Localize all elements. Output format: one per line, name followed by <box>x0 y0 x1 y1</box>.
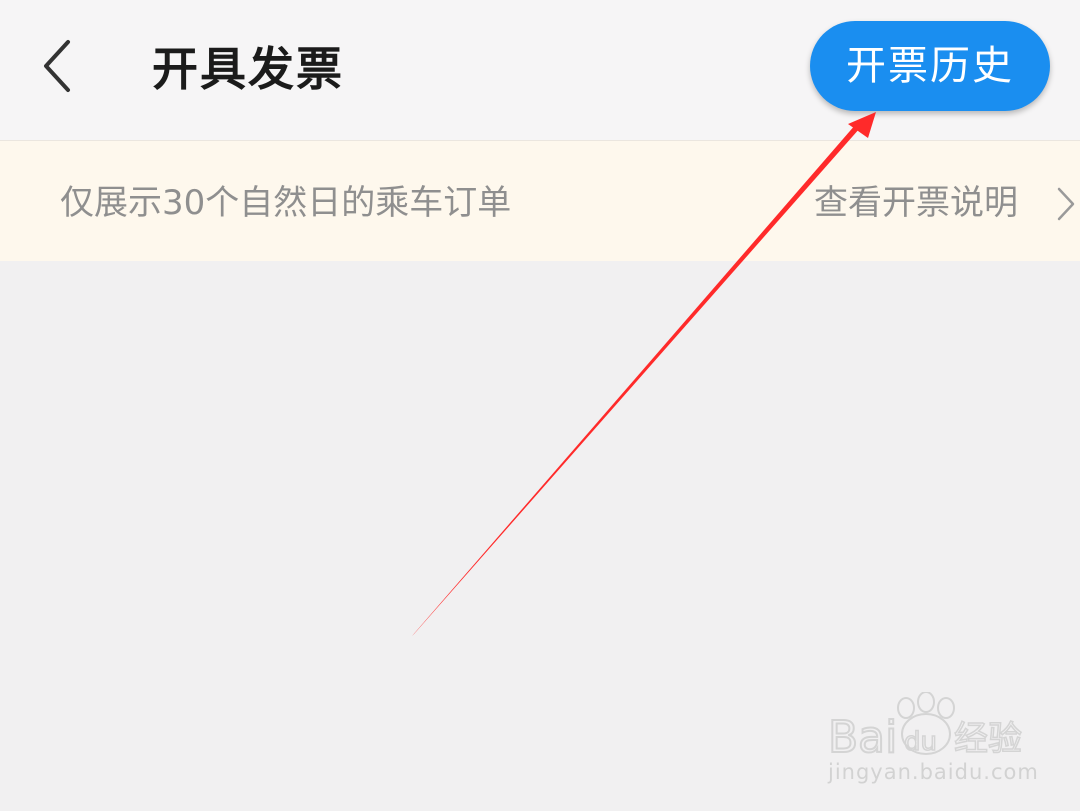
watermark-url: jingyan.baidu.com <box>828 760 1039 784</box>
invoice-instructions-link[interactable]: 查看开票说明 <box>814 181 1018 225</box>
svg-text:经验: 经验 <box>954 719 1022 759</box>
invoice-history-button[interactable]: 开票历史 <box>810 21 1050 111</box>
chevron-right-icon[interactable] <box>1056 186 1076 222</box>
baidu-watermark-logo: Bai du 经验 <box>827 692 1023 762</box>
notice-banner: 仅展示30个自然日的乘车订单 查看开票说明 <box>0 141 1080 261</box>
svg-text:Bai: Bai <box>828 712 897 762</box>
page-title: 开具发票 <box>152 42 344 96</box>
top-bar: 开具发票 开票历史 <box>0 0 1080 141</box>
chevron-left-icon[interactable] <box>36 36 80 96</box>
svg-text:du: du <box>904 727 937 757</box>
notice-text: 仅展示30个自然日的乘车订单 <box>60 183 512 223</box>
